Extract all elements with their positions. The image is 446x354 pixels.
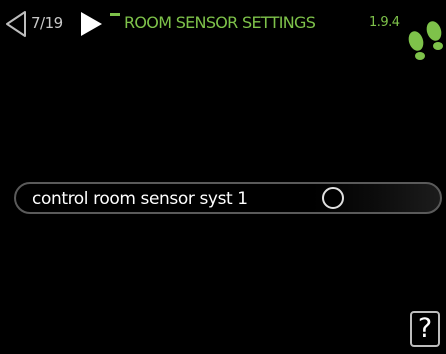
menu-number: 1.9.4: [369, 15, 400, 30]
toggle-switch-knob[interactable]: [322, 187, 344, 209]
previous-page-arrow-icon[interactable]: [5, 10, 27, 38]
setting-label: control room sensor syst 1: [32, 189, 248, 209]
screen: 7/19 ROOM SENSOR SETTINGS 1.9.4 control …: [0, 0, 446, 354]
menu-indicator-dash: [110, 13, 120, 16]
next-page-arrow-icon[interactable]: [79, 11, 103, 37]
header-bar: 7/19 ROOM SENSOR SETTINGS 1.9.4: [0, 0, 446, 60]
menu-title: ROOM SENSOR SETTINGS: [124, 13, 316, 32]
page-counter: 7/19: [31, 14, 63, 32]
control-room-sensor-setting-row[interactable]: control room sensor syst 1: [14, 182, 442, 214]
footprints-icon: [408, 21, 443, 60]
help-button[interactable]: ?: [410, 311, 440, 347]
